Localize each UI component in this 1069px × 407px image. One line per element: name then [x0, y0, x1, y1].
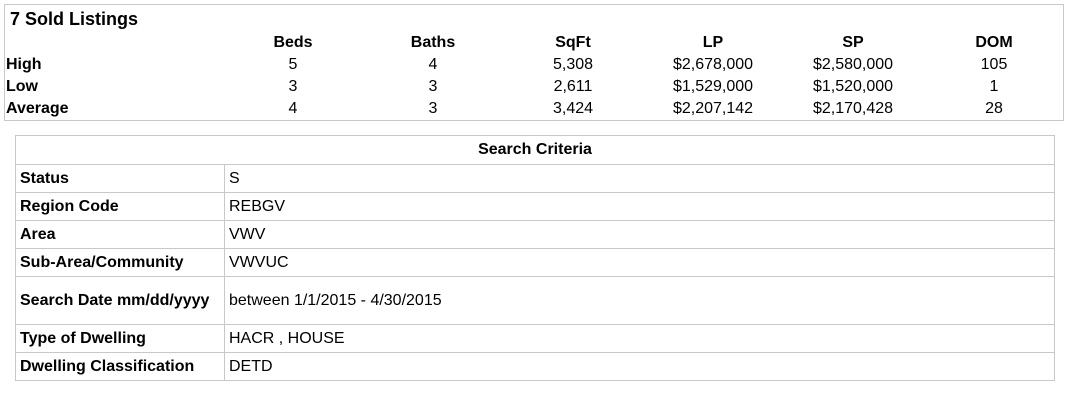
criteria-row-search-date: Search Date mm/dd/yyyy between 1/1/2015 …: [15, 276, 1055, 325]
criteria-value-status: S: [224, 164, 1055, 193]
criteria-value-region-code: REBGV: [224, 192, 1055, 221]
average-lp: $2,207,142: [672, 100, 754, 117]
criteria-row-type-of-dwelling: Type of Dwelling HACR , HOUSE: [15, 324, 1055, 353]
search-criteria-title: Search Criteria: [15, 135, 1055, 165]
row-label-low: Low: [6, 78, 38, 95]
column-header-dom: DOM: [975, 34, 1013, 51]
average-sqft: 3,424: [552, 100, 594, 117]
criteria-row-region-code: Region Code REBGV: [15, 192, 1055, 221]
criteria-value-area: VWV: [224, 220, 1055, 249]
low-baths: 3: [428, 78, 438, 95]
criteria-row-status: Status S: [15, 164, 1055, 193]
criteria-value-search-date: between 1/1/2015 - 4/30/2015: [224, 276, 1055, 325]
summary-row-average: Average 4 3 3,424 $2,207,142 $2,170,428 …: [5, 98, 1065, 120]
row-label-high: High: [6, 56, 42, 73]
low-beds: 3: [288, 78, 298, 95]
summary-header-row: Beds Baths SqFt LP SP DOM: [5, 32, 1065, 54]
summary-header-blank: [5, 32, 223, 54]
high-beds: 5: [288, 56, 298, 73]
summary-title: 7 Sold Listings: [10, 9, 139, 29]
average-beds: 4: [288, 100, 298, 117]
low-dom: 1: [989, 78, 999, 95]
summary-row-high: High 5 4 5,308 $2,678,000 $2,580,000 105: [5, 54, 1065, 76]
average-sp: $2,170,428: [812, 100, 894, 117]
column-header-beds: Beds: [273, 34, 313, 51]
high-dom: 105: [980, 56, 1008, 73]
low-sp: $1,520,000: [812, 78, 894, 95]
criteria-key-area: Area: [15, 220, 225, 249]
criteria-row-sub-area: Sub-Area/Community VWVUC: [15, 248, 1055, 277]
row-label-average: Average: [6, 100, 69, 117]
criteria-value-sub-area: VWVUC: [224, 248, 1055, 277]
average-baths: 3: [428, 100, 438, 117]
summary-row-low: Low 3 3 2,611 $1,529,000 $1,520,000 1: [5, 76, 1065, 98]
high-lp: $2,678,000: [672, 56, 754, 73]
criteria-key-search-date: Search Date mm/dd/yyyy: [15, 276, 225, 325]
high-sqft: 5,308: [552, 56, 594, 73]
high-baths: 4: [428, 56, 438, 73]
criteria-row-area: Area VWV: [15, 220, 1055, 249]
criteria-value-type-of-dwelling: HACR , HOUSE: [224, 324, 1055, 353]
low-sqft: 2,611: [553, 78, 593, 95]
criteria-key-region-code: Region Code: [15, 192, 225, 221]
column-header-sqft: SqFt: [555, 34, 591, 51]
criteria-key-sub-area: Sub-Area/Community: [15, 248, 225, 277]
sold-listings-summary: 7 Sold Listings Beds Baths SqFt LP SP DO…: [4, 4, 1064, 121]
high-sp: $2,580,000: [812, 56, 894, 73]
criteria-key-type-of-dwelling: Type of Dwelling: [15, 324, 225, 353]
low-lp: $1,529,000: [672, 78, 754, 95]
criteria-value-dwelling-classification: DETD: [224, 352, 1055, 381]
criteria-key-status: Status: [15, 164, 225, 193]
search-criteria-table: Search Criteria Status S Region Code REB…: [15, 135, 1055, 381]
average-dom: 28: [985, 100, 1003, 117]
summary-stats-table: Beds Baths SqFt LP SP DOM High 5 4 5,308…: [5, 32, 1065, 120]
column-header-sp: SP: [842, 34, 864, 51]
criteria-key-dwelling-classification: Dwelling Classification: [15, 352, 225, 381]
column-header-lp: LP: [702, 34, 724, 51]
criteria-row-dwelling-classification: Dwelling Classification DETD: [15, 352, 1055, 381]
column-header-baths: Baths: [410, 34, 456, 51]
